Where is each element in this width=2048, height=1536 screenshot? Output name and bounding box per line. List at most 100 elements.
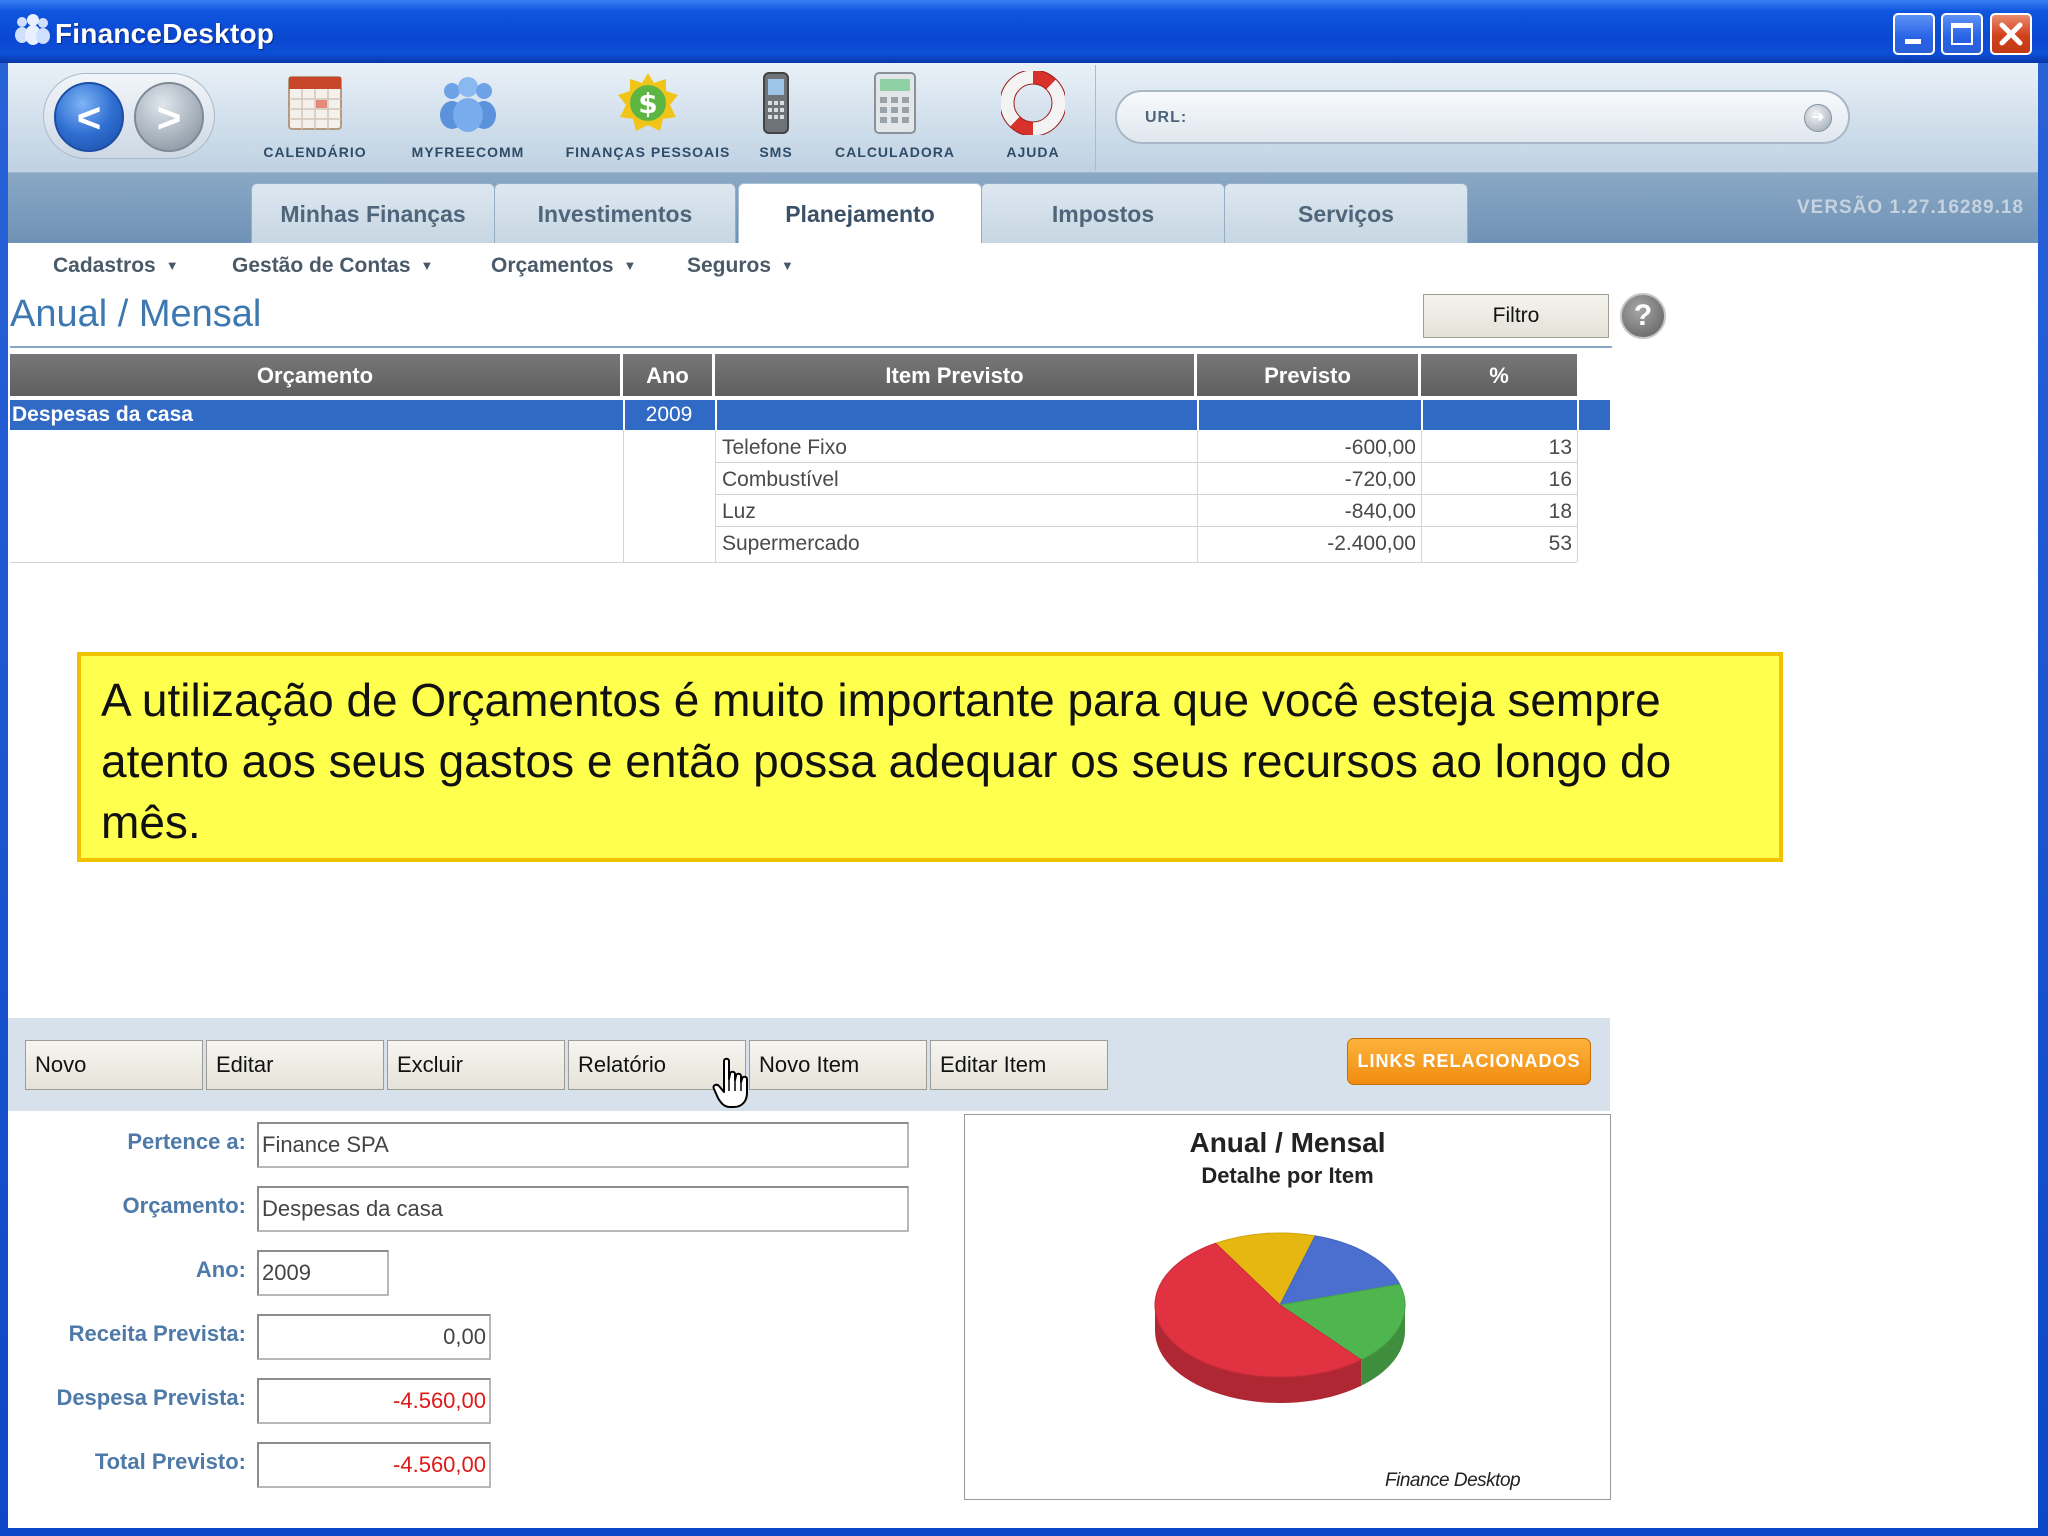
tab-planejamento[interactable]: Planejamento bbox=[738, 183, 982, 244]
help-icon[interactable]: ? bbox=[1620, 293, 1666, 339]
cell-previsto: -840,00 bbox=[1344, 500, 1416, 523]
cell-percent: 13 bbox=[1548, 436, 1572, 459]
title-bar[interactable]: FinanceDesktop bbox=[0, 0, 2048, 63]
url-label: URL: bbox=[1145, 109, 1188, 126]
column-header-ano[interactable]: Ano bbox=[623, 354, 715, 396]
tab-label: Planejamento bbox=[785, 201, 935, 227]
orcamento-label: Orçamento: bbox=[122, 1193, 246, 1218]
url-input[interactable] bbox=[1197, 102, 1777, 134]
submenu-seguros[interactable]: Seguros ▼ bbox=[687, 254, 794, 278]
cell-orcamento: Despesas da casa bbox=[12, 403, 193, 426]
calendar-icon bbox=[288, 76, 342, 130]
grid-line bbox=[715, 462, 1577, 463]
column-header-percent[interactable]: % bbox=[1421, 354, 1577, 396]
links-relacionados-button[interactable]: LINKS RELACIONADOS bbox=[1347, 1038, 1591, 1085]
people-icon bbox=[440, 77, 496, 132]
tab-label: Serviços bbox=[1298, 201, 1394, 227]
pie-chart bbox=[1154, 1232, 1406, 1403]
cell-divider bbox=[1421, 400, 1423, 430]
toolbar-financas-pessoais[interactable]: $ FINANÇAS PESSOAIS bbox=[556, 71, 740, 163]
toolbar-myfreecomm[interactable]: MYFREECOMM bbox=[398, 71, 538, 163]
forward-arrow-icon: > bbox=[156, 94, 182, 141]
submenu-orcamentos[interactable]: Orçamentos ▼ bbox=[491, 254, 636, 278]
action-bar: Novo Editar Excluir Relatório Novo Item … bbox=[8, 1018, 1610, 1111]
minimize-icon bbox=[1905, 39, 1921, 44]
lifebuoy-icon bbox=[1001, 71, 1065, 135]
filter-button[interactable]: Filtro bbox=[1423, 294, 1609, 338]
toolbar-divider bbox=[1095, 65, 1096, 171]
tab-investimentos[interactable]: Investimentos bbox=[494, 183, 736, 243]
tab-servicos[interactable]: Serviços bbox=[1224, 183, 1468, 243]
tab-impostos[interactable]: Impostos bbox=[981, 183, 1225, 243]
column-header-orcamento[interactable]: Orçamento bbox=[10, 354, 623, 396]
close-button[interactable] bbox=[1990, 13, 2032, 55]
url-bar: URL: ➜ bbox=[1115, 90, 1850, 144]
chevron-down-icon: ▼ bbox=[781, 258, 794, 273]
submenu-gestao-de-contas[interactable]: Gestão de Contas ▼ bbox=[232, 254, 433, 278]
tab-label: Minhas Finanças bbox=[280, 201, 466, 227]
title-divider bbox=[10, 346, 1612, 348]
toolbar-ajuda-label: AJUDA bbox=[1006, 144, 1060, 160]
cell-item: Luz bbox=[722, 500, 756, 523]
tutorial-note: A utilização de Orçamentos é muito impor… bbox=[77, 652, 1783, 862]
column-header-previsto[interactable]: Previsto bbox=[1197, 354, 1421, 396]
page-title: Anual / Mensal bbox=[10, 293, 262, 335]
total-previsto-field[interactable] bbox=[257, 1442, 491, 1488]
table-row-selected[interactable]: Despesas da casa 2009 bbox=[10, 400, 1610, 430]
chevron-down-icon: ▼ bbox=[420, 258, 434, 273]
tab-minhas-financas[interactable]: Minhas Finanças bbox=[251, 183, 495, 243]
receita-prevista-field[interactable] bbox=[257, 1314, 491, 1360]
client-area: < > CALENDÁRIO MYFREECOMM $ FINANÇAS PES… bbox=[8, 63, 2038, 1528]
toolbar-ajuda[interactable]: AJUDA bbox=[993, 71, 1073, 163]
pie-chart-panel: Anual / Mensal Detalhe por Item Finance … bbox=[964, 1114, 1611, 1500]
novo-item-button[interactable]: Novo Item bbox=[749, 1040, 927, 1090]
toolbar-calculadora[interactable]: CALCULADORA bbox=[820, 71, 970, 163]
tab-label: Impostos bbox=[1051, 201, 1155, 227]
maximize-button[interactable] bbox=[1941, 13, 1983, 55]
grid-line bbox=[715, 494, 1577, 495]
toolbar: < > CALENDÁRIO MYFREECOMM $ FINANÇAS PES… bbox=[8, 63, 2038, 173]
pertence-label: Pertence a: bbox=[127, 1129, 246, 1154]
cell-divider bbox=[715, 400, 717, 430]
cell-item: Supermercado bbox=[722, 532, 860, 555]
editar-item-button[interactable]: Editar Item bbox=[930, 1040, 1108, 1090]
cell-item: Telefone Fixo bbox=[722, 436, 847, 459]
app-window: FinanceDesktop < > CALENDÁRIO MYFREECOMM… bbox=[0, 0, 2048, 1536]
version-label: VERSÃO 1.27.16289.18 bbox=[1796, 197, 2024, 218]
phone-icon bbox=[763, 72, 789, 134]
cell-ano: 2009 bbox=[645, 403, 693, 426]
forward-button[interactable]: > bbox=[134, 82, 204, 152]
pertence-field[interactable] bbox=[257, 1122, 909, 1168]
back-button[interactable]: < bbox=[54, 82, 124, 152]
submenu-cadastros[interactable]: Cadastros ▼ bbox=[53, 254, 179, 278]
chart-subtitle: Detalhe por Item bbox=[1201, 1163, 1374, 1188]
cell-previsto: -600,00 bbox=[1344, 436, 1416, 459]
close-icon bbox=[1999, 22, 2023, 46]
toolbar-calendario-label: CALENDÁRIO bbox=[263, 144, 367, 160]
grid-line bbox=[10, 562, 1577, 563]
chart-title: Anual / Mensal bbox=[1189, 1127, 1386, 1158]
toolbar-sms[interactable]: SMS bbox=[748, 71, 804, 163]
calculator-icon bbox=[874, 72, 916, 134]
submenu-label: Cadastros bbox=[53, 254, 156, 277]
chevron-down-icon: ▼ bbox=[165, 258, 179, 273]
cell-previsto: -720,00 bbox=[1344, 468, 1416, 491]
ano-field[interactable] bbox=[257, 1250, 389, 1296]
editar-button[interactable]: Editar bbox=[206, 1040, 384, 1090]
excluir-button[interactable]: Excluir bbox=[387, 1040, 565, 1090]
despesa-prevista-field[interactable] bbox=[257, 1378, 491, 1424]
main-tabs: Minhas Finanças Investimentos Planejamen… bbox=[8, 173, 2038, 244]
novo-button[interactable]: Novo bbox=[25, 1040, 203, 1090]
toolbar-financas-label: FINANÇAS PESSOAIS bbox=[565, 144, 731, 160]
despesa-prevista-label: Despesa Prevista: bbox=[56, 1385, 246, 1410]
go-button[interactable]: ➜ bbox=[1804, 104, 1832, 132]
minimize-button[interactable] bbox=[1893, 13, 1935, 55]
orcamento-field[interactable] bbox=[257, 1186, 909, 1232]
column-header-item-previsto[interactable]: Item Previsto bbox=[715, 354, 1197, 396]
grid-line bbox=[1577, 430, 1578, 562]
toolbar-calendario[interactable]: CALENDÁRIO bbox=[250, 71, 380, 163]
submenu-label: Seguros bbox=[687, 254, 772, 277]
chevron-down-icon: ▼ bbox=[623, 258, 637, 273]
grid-line bbox=[715, 430, 716, 562]
back-arrow-icon: < bbox=[76, 94, 102, 141]
